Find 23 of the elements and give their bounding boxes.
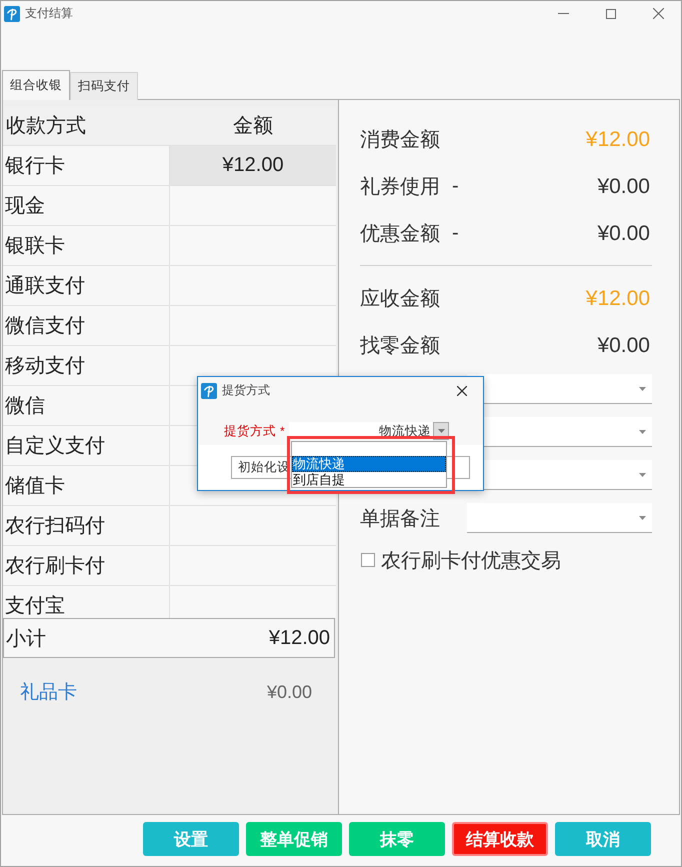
column-header: 金额	[232, 114, 274, 139]
minus-sign: -	[452, 175, 459, 198]
checkbox-label: 农行刷卡付优惠交易	[381, 548, 561, 574]
window-title: 支付结算	[25, 5, 73, 22]
required-marker: *	[280, 424, 285, 438]
summary-value: ¥12.00	[586, 128, 650, 152]
subtotal-value: ¥12.00	[268, 626, 330, 650]
summary-value: ¥0.00	[597, 334, 650, 358]
summary-label: 应收金额	[360, 287, 440, 312]
dialog-title: 提货方式	[222, 382, 270, 399]
summary-value: ¥0.00	[597, 174, 650, 198]
minus-sign: -	[452, 222, 459, 245]
field-label: 提货方式	[224, 422, 276, 440]
summary-label: 礼券使用	[360, 175, 440, 200]
column-header: 收款方式	[5, 114, 87, 139]
summary-label: 优惠金额	[360, 222, 440, 247]
summary-value: ¥0.00	[597, 222, 650, 246]
summary-label: 消费金额	[360, 128, 440, 153]
summary-value: ¥12.00	[586, 286, 650, 310]
gift-card-value: ¥0.00	[266, 682, 312, 702]
field-label: 单据备注	[360, 506, 440, 532]
summary-label: 找零金额	[360, 334, 440, 359]
subtotal-label: 小计	[6, 626, 46, 652]
